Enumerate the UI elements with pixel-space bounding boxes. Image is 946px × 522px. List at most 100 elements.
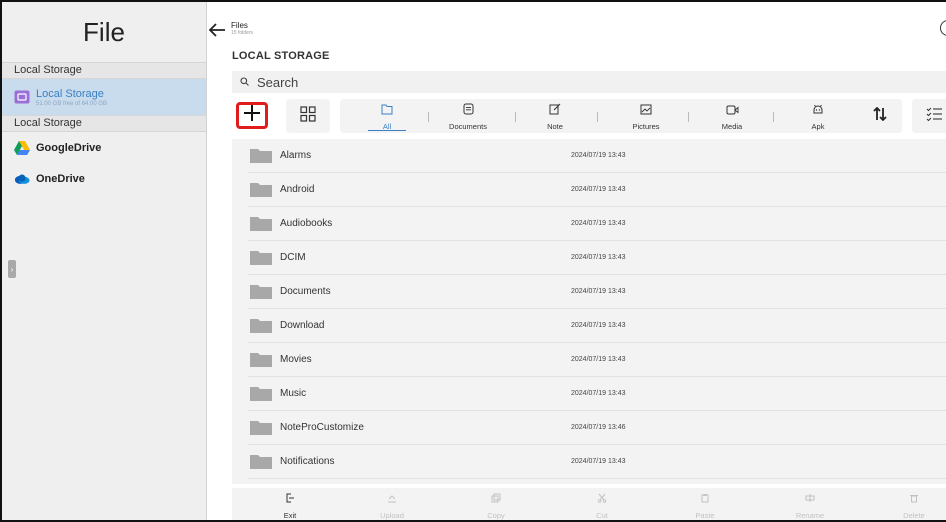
delete-button[interactable]: Delete: [884, 488, 944, 520]
list-item[interactable]: DCIM 2024/07/19 13:43: [248, 241, 946, 275]
plus-icon: [243, 104, 261, 127]
action-label: Paste: [695, 511, 715, 520]
page-title: LOCAL STORAGE: [232, 50, 330, 62]
tab-media[interactable]: Media: [710, 99, 754, 133]
file-date: 2024/07/19 13:43: [571, 186, 626, 193]
file-name: NoteProCustomize: [280, 422, 364, 433]
file-date: 2024/07/19 13:43: [571, 254, 626, 261]
file-name: Movies: [280, 354, 312, 365]
file-name: Audiobooks: [280, 218, 333, 229]
tab-label: Media: [721, 121, 743, 131]
folder-icon: [250, 284, 272, 299]
list-item[interactable]: NoteProCustomize 2024/07/19 13:46: [248, 411, 946, 445]
copy-icon: [491, 490, 501, 508]
tab-note[interactable]: Note: [533, 99, 577, 133]
tab-label: All: [382, 121, 392, 131]
tab-apk[interactable]: Apk: [798, 99, 838, 133]
grid-view-button[interactable]: [286, 99, 330, 133]
paste-icon: [700, 490, 710, 508]
media-icon: [726, 102, 739, 120]
action-bar: Exit Upload Copy Cut Paste Rename Delete: [232, 488, 946, 520]
list-item[interactable]: Notifications 2024/07/19 13:43: [248, 445, 946, 479]
upload-button[interactable]: Upload: [362, 488, 422, 520]
main-pane: Files 15 folders LOCAL STORAGE Search Al…: [207, 2, 946, 520]
checklist-icon: [926, 106, 942, 127]
rename-icon: [805, 490, 815, 508]
tab-label: Note: [547, 121, 563, 131]
file-list: Alarms 2024/07/19 13:43 Android 2024/07/…: [232, 139, 946, 484]
action-label: Rename: [795, 511, 825, 520]
section-header-local-2: Local Storage: [2, 115, 206, 132]
folder-icon: [250, 250, 272, 265]
sidebar-item-label: OneDrive: [36, 172, 85, 185]
picture-icon: [640, 102, 652, 120]
file-date: 2024/07/19 13:43: [571, 288, 626, 295]
list-item[interactable]: Documents 2024/07/19 13:43: [248, 275, 946, 309]
file-name: Android: [280, 184, 315, 195]
note-icon: [549, 102, 561, 120]
list-item[interactable]: Android 2024/07/19 13:43: [248, 173, 946, 207]
delete-icon: [909, 490, 919, 508]
multi-select-button[interactable]: [912, 99, 946, 133]
tab-label: Documents: [449, 121, 487, 131]
action-label: Copy: [487, 511, 505, 520]
filter-tabs: All Documents Note Pictures Media Apk: [340, 99, 884, 133]
search-input[interactable]: Search: [232, 71, 946, 93]
file-date: 2024/07/19 13:43: [571, 220, 626, 227]
copy-button[interactable]: Copy: [466, 488, 526, 520]
upload-icon: [387, 490, 397, 508]
folder-count: 15 folders: [231, 30, 253, 36]
list-item[interactable]: Movies 2024/07/19 13:43: [248, 343, 946, 377]
action-label: Cut: [596, 511, 608, 520]
folder-icon: [250, 352, 272, 367]
top-bar: Files 15 folders: [207, 16, 946, 44]
file-date: 2024/07/19 13:43: [571, 458, 626, 465]
exit-icon: [285, 490, 295, 508]
list-item[interactable]: Audiobooks 2024/07/19 13:43: [248, 207, 946, 241]
more-icon[interactable]: [940, 20, 946, 36]
document-icon: [463, 102, 474, 120]
list-item[interactable]: Alarms 2024/07/19 13:43: [248, 139, 946, 173]
folder-icon: [250, 148, 272, 163]
file-date: 2024/07/19 13:43: [571, 390, 626, 397]
file-date: 2024/07/19 13:43: [571, 322, 626, 329]
sidebar-item-label: GoogleDrive: [36, 141, 102, 154]
tab-divider: [688, 112, 689, 122]
tab-divider: [773, 112, 774, 122]
list-item[interactable]: Music 2024/07/19 13:43: [248, 377, 946, 411]
section-header-local: Local Storage: [2, 62, 206, 79]
file-name: Music: [280, 388, 307, 399]
paste-button[interactable]: Paste: [675, 488, 735, 520]
list-item[interactable]: Download 2024/07/19 13:43: [248, 309, 946, 343]
search-placeholder: Search: [257, 74, 299, 90]
grid-icon: [300, 105, 316, 127]
cut-button[interactable]: Cut: [572, 488, 632, 520]
file-name: DCIM: [280, 252, 306, 263]
sort-icon: [872, 106, 888, 126]
folder-icon: [250, 318, 272, 333]
sidebar-collapse-handle[interactable]: ›: [8, 260, 16, 278]
back-arrow-icon[interactable]: [207, 20, 227, 40]
folder-outline-icon: [381, 102, 393, 120]
sidebar-item-label: Local Storage: [36, 87, 104, 100]
tab-all[interactable]: All: [364, 99, 410, 133]
app-title: File: [83, 16, 125, 47]
tab-divider: [515, 112, 516, 122]
tab-divider: [597, 112, 598, 122]
sidebar-item-local-storage[interactable]: Local Storage 51.00 GB free of 64.00 GB: [2, 79, 206, 115]
android-icon: [812, 102, 824, 120]
file-name: Alarms: [280, 150, 312, 161]
file-date: 2024/07/19 13:43: [571, 152, 626, 159]
rename-button[interactable]: Rename: [780, 488, 840, 520]
tab-documents[interactable]: Documents: [445, 99, 491, 133]
storage-icon: [14, 89, 30, 105]
sidebar: File Local Storage Local Storage 51.00 G…: [2, 2, 207, 520]
cut-icon: [597, 490, 607, 508]
add-button[interactable]: [236, 102, 268, 129]
sidebar-item-onedrive[interactable]: OneDrive: [2, 163, 206, 194]
exit-button[interactable]: Exit: [260, 488, 320, 520]
file-name: Documents: [280, 286, 331, 297]
sidebar-item-googledrive[interactable]: GoogleDrive: [2, 132, 206, 163]
tab-pictures[interactable]: Pictures: [623, 99, 669, 133]
sort-button[interactable]: [858, 99, 902, 133]
